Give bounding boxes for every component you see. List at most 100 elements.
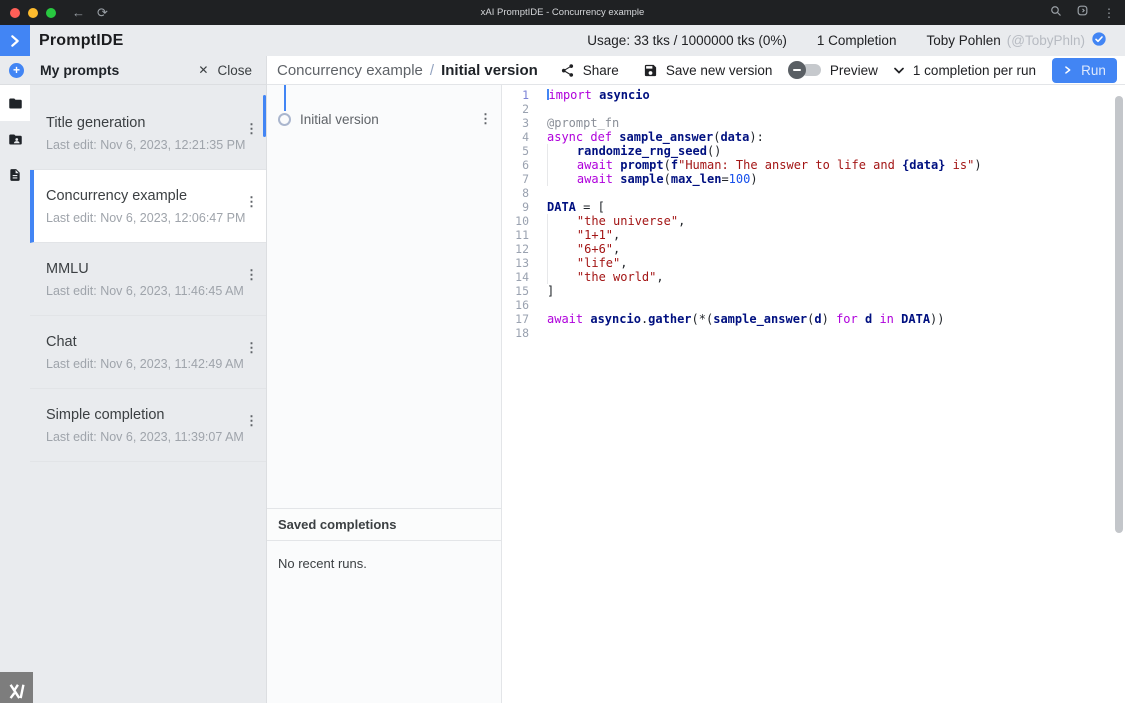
code-lines: 1 import asyncio 2 3 @prompt_fn 4 async def sa… [502, 88, 1125, 340]
version-node-icon [278, 112, 291, 126]
code-line[interactable]: 3 @prompt_fn [502, 116, 1125, 130]
traffic-lights [10, 7, 56, 18]
line-number: 7 [522, 172, 529, 186]
rail-tab-prompts[interactable] [0, 85, 30, 121]
completion-count: 1 Completion [816, 33, 897, 48]
line-number: 12 [515, 242, 529, 256]
line-number: 15 [515, 284, 529, 298]
close-icon: ✕ [198, 63, 209, 77]
version-label: Initial version [300, 111, 379, 127]
line-number: 3 [522, 116, 529, 130]
prompt-item-menu-icon[interactable]: ⋮ [245, 413, 258, 429]
prompt-list: Title generation Last edit: Nov 6, 2023,… [30, 85, 266, 703]
app-name: PromptIDE [39, 31, 124, 49]
line-number: 17 [515, 312, 529, 326]
rail-tab-shared[interactable] [0, 121, 30, 157]
code-line[interactable]: 16 [502, 298, 1125, 312]
code-line[interactable]: 9 DATA = [ [502, 200, 1125, 214]
sidebar: + My prompts ✕ Close Title generation La… [0, 56, 267, 703]
saved-completions-header: Saved completions [267, 508, 501, 541]
code-line[interactable]: 4 async def sample_answer(data): [502, 130, 1125, 144]
saved-completions-title: Saved completions [278, 517, 397, 532]
prompt-list-item[interactable]: Concurrency example Last edit: Nov 6, 20… [30, 170, 266, 243]
code-line[interactable]: 5 randomize_rng_seed() [502, 144, 1125, 158]
prompt-list-item[interactable]: MMLU Last edit: Nov 6, 2023, 11:46:45 AM… [30, 243, 266, 316]
code-line[interactable]: 1 import asyncio [502, 88, 1125, 102]
line-number: 5 [522, 144, 529, 158]
editor-scrollbar[interactable] [1115, 96, 1123, 533]
version-item[interactable]: Initial version ⋮ [267, 106, 501, 132]
run-button[interactable]: Run [1052, 57, 1117, 83]
code-editor[interactable]: 1 import asyncio 2 3 @prompt_fn 4 async def sa… [502, 85, 1125, 703]
prompt-title: Concurrency example [46, 188, 188, 204]
prompt-list-item[interactable]: Chat Last edit: Nov 6, 2023, 11:42:49 AM… [30, 316, 266, 389]
user-handle: (@TobyPhln) [1006, 33, 1085, 48]
sidebar-scrollbar[interactable] [263, 95, 266, 137]
line-number: 1 [522, 88, 529, 102]
prompt-item-menu-icon[interactable]: ⋮ [245, 121, 258, 137]
back-icon[interactable]: ← [72, 6, 85, 19]
minimize-window-icon[interactable] [28, 7, 38, 18]
sidebar-header: + My prompts ✕ Close [0, 56, 266, 85]
versions-panel: Initial version ⋮ Saved completions No r… [267, 85, 502, 703]
code-line[interactable]: 8 [502, 186, 1125, 200]
user-account[interactable]: Toby Pohlen (@TobyPhln) [926, 31, 1107, 50]
code-line[interactable]: 17 await asyncio.gather(*(sample_answer(d… [502, 312, 1125, 326]
verified-badge-icon [1091, 31, 1107, 50]
empty-runs-text: No recent runs. [278, 556, 367, 571]
app-header: PromptIDE Usage: 33 tks / 1000000 tks (0… [0, 25, 1125, 56]
close-window-icon[interactable] [10, 7, 20, 18]
line-number: 11 [515, 228, 529, 242]
prompt-list-item[interactable]: Simple completion Last edit: Nov 6, 2023… [30, 389, 266, 462]
search-icon[interactable] [1050, 4, 1062, 22]
line-number: 4 [522, 130, 529, 144]
version-menu-icon[interactable]: ⋮ [479, 111, 492, 127]
prompt-last-edit: Last edit: Nov 6, 2023, 11:46:45 AM [46, 284, 244, 298]
code-text: ] [547, 284, 555, 298]
tab-switcher-icon[interactable] [1076, 4, 1089, 22]
code-text: import asyncio [547, 88, 650, 102]
code-line[interactable]: 6 await prompt(f"Human: The answer to li… [502, 158, 1125, 172]
line-number: 8 [522, 186, 529, 200]
line-number: 10 [515, 214, 529, 228]
prompt-item-menu-icon[interactable]: ⋮ [245, 194, 258, 210]
code-line[interactable]: 13 "life", [502, 256, 1125, 270]
line-number: 13 [515, 256, 529, 270]
share-button[interactable]: Share [560, 63, 619, 78]
code-text: await prompt(f"Human: The answer to life… [547, 158, 982, 172]
code-line[interactable]: 12 "6+6", [502, 242, 1125, 256]
code-text: randomize_rng_seed() [547, 144, 721, 158]
xai-mark-icon [9, 683, 25, 699]
code-line[interactable]: 15] [502, 284, 1125, 298]
completions-per-run-label: 1 completion per run [912, 62, 1036, 78]
play-icon [1065, 66, 1071, 74]
prompt-list-item[interactable]: Title generation Last edit: Nov 6, 2023,… [30, 97, 266, 170]
close-sidebar-button[interactable]: ✕ Close [198, 63, 252, 78]
code-line[interactable]: 2 [502, 102, 1125, 116]
icon-rail [0, 85, 30, 703]
breadcrumb-parent[interactable]: Concurrency example [277, 62, 423, 79]
code-line[interactable]: 11 "1+1", [502, 228, 1125, 242]
new-prompt-icon[interactable]: + [9, 62, 24, 78]
line-number: 14 [515, 270, 529, 284]
code-text: "life", [547, 256, 628, 270]
reload-icon[interactable]: ⟳ [97, 6, 108, 19]
code-line[interactable]: 10 "the universe", [502, 214, 1125, 228]
browser-menu-icon[interactable]: ⋮ [1103, 6, 1115, 20]
prompt-last-edit: Last edit: Nov 6, 2023, 11:42:49 AM [46, 357, 244, 371]
code-text: async def sample_answer(data): [547, 130, 764, 144]
completions-per-run-dropdown[interactable]: 1 completion per run [894, 63, 1036, 78]
prompt-item-menu-icon[interactable]: ⋮ [245, 340, 258, 356]
browser-titlebar: ← ⟳ xAI PromptIDE - Concurrency example … [0, 0, 1125, 25]
code-line[interactable]: 14 "the world", [502, 270, 1125, 284]
save-version-button[interactable]: Save new version [643, 63, 772, 78]
maximize-window-icon[interactable] [46, 7, 56, 18]
prompt-item-menu-icon[interactable]: ⋮ [245, 267, 258, 283]
preview-toggle[interactable]: Preview [787, 61, 878, 79]
code-line[interactable]: 18 [502, 326, 1125, 340]
rail-tab-files[interactable] [0, 157, 30, 193]
line-number: 16 [515, 298, 529, 312]
prompt-last-edit: Last edit: Nov 6, 2023, 12:21:35 PM [46, 138, 246, 152]
line-number: 9 [522, 200, 529, 214]
code-line[interactable]: 7 await sample(max_len=100) [502, 172, 1125, 186]
